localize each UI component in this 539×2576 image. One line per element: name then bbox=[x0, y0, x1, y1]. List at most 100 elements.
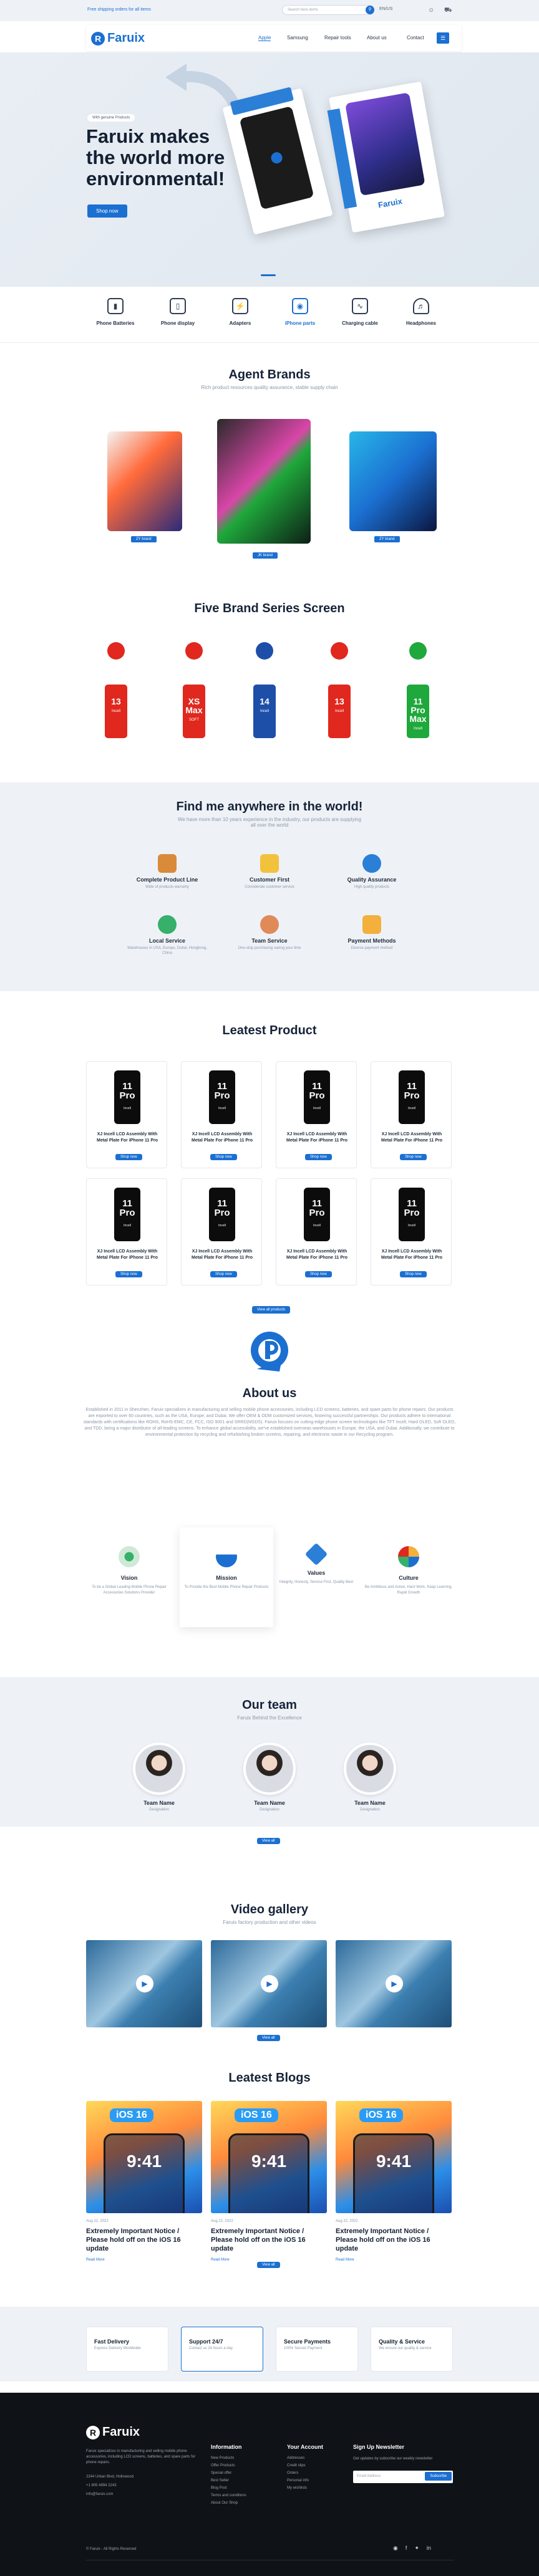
video-title: Video gallery bbox=[230, 1903, 309, 1916]
email-field[interactable]: Email Address bbox=[357, 2474, 381, 2478]
about-section: About us Established in 2011 in Shenzhen… bbox=[0, 1387, 539, 1438]
avatar bbox=[344, 1742, 396, 1795]
shop-now-button[interactable]: Shop now bbox=[115, 1154, 142, 1160]
product-image: 11 Pro Incell bbox=[114, 1188, 140, 1241]
series-title: Five Brand Series Screen bbox=[194, 602, 345, 615]
facebook-icon[interactable]: f bbox=[405, 2545, 407, 2552]
product-card[interactable]: 11 Pro Incell XJ Incell LCD Assembly With … bbox=[181, 1178, 262, 1286]
footer-logo[interactable]: R Faruix bbox=[86, 2425, 140, 2439]
search-icon[interactable]: ⚲ bbox=[366, 6, 374, 14]
play-icon[interactable]: ▶ bbox=[386, 1975, 403, 1992]
product-card[interactable]: 11 Pro Incell XJ Incell LCD Assembly With … bbox=[276, 1061, 357, 1168]
blog-title[interactable]: Extremely Important Notice / Please hold… bbox=[211, 2227, 327, 2253]
slider-dot-active[interactable] bbox=[261, 274, 276, 276]
category-item[interactable]: ◉ iPhone parts bbox=[272, 298, 328, 326]
series-phone[interactable]: 11 Pro Max Incell bbox=[407, 685, 429, 738]
shop-now-button[interactable]: Shop now bbox=[210, 1271, 237, 1277]
video-thumb[interactable]: ▶ bbox=[86, 1940, 202, 2027]
series-phone[interactable]: 13 Incell bbox=[105, 685, 127, 738]
category-item[interactable]: ∿ Charging cable bbox=[332, 298, 388, 326]
cart-icon[interactable]: ⛟ bbox=[444, 7, 452, 15]
shop-now-button[interactable]: Shop now bbox=[400, 1154, 427, 1160]
nav-repair-tools[interactable]: Repair tools bbox=[324, 35, 351, 41]
blog-title[interactable]: Extremely Important Notice / Please hold… bbox=[336, 2227, 452, 2253]
product-name[interactable]: XJ Incell LCD Assembly With Metal Plate … bbox=[377, 1249, 446, 1261]
product-name[interactable]: XJ Incell LCD Assembly With Metal Plate … bbox=[377, 1132, 446, 1144]
nav-bar: R Faruix Apple Samsung Repair tools Abou… bbox=[86, 25, 462, 51]
series-phone[interactable]: 13 Incell bbox=[328, 685, 351, 738]
category-item[interactable]: ▯ Phone display bbox=[150, 298, 206, 326]
brand-label[interactable]: JK brand bbox=[253, 552, 278, 559]
nav-samsung[interactable]: Samsung bbox=[287, 35, 308, 41]
product-image: 11 Pro Incell bbox=[304, 1188, 330, 1241]
camera-icon: ◉ bbox=[292, 298, 308, 314]
instagram-icon[interactable]: ◉ bbox=[393, 2545, 398, 2552]
blogs-view-all-button[interactable]: View all bbox=[257, 2262, 280, 2268]
shop-now-button[interactable]: Shop now bbox=[400, 1271, 427, 1277]
play-icon[interactable]: ▶ bbox=[261, 1975, 278, 1992]
subscribe-button[interactable]: Subscribe bbox=[425, 2472, 452, 2481]
product-card[interactable]: 11 Pro Incell XJ Incell LCD Assembly With … bbox=[371, 1061, 452, 1168]
brands-section: Agent Brands Rich product resources qual… bbox=[0, 368, 539, 390]
search-input[interactable]: Search here items bbox=[282, 5, 374, 15]
menu-icon[interactable]: ☰ bbox=[437, 32, 449, 44]
product-card[interactable]: 11 Pro Incell XJ Incell LCD Assembly With … bbox=[276, 1178, 357, 1286]
value-card: Culture Be Ambitious and Active, Hard Wor… bbox=[362, 1527, 455, 1627]
newsletter-form: Email Address Subscribe bbox=[353, 2471, 453, 2483]
shop-now-button[interactable]: Shop now bbox=[210, 1154, 237, 1160]
copyright: © Faruix - All Rights Reserved bbox=[86, 2547, 137, 2551]
logo[interactable]: R Faruix bbox=[91, 31, 145, 46]
series-phone[interactable]: XS Max SOFT bbox=[183, 685, 205, 738]
blog-card[interactable]: iOS 16 9:41 Aug 22, 2022 Extremely Importan… bbox=[336, 2101, 452, 2262]
card-icon bbox=[362, 915, 381, 934]
product-name[interactable]: XJ Incell LCD Assembly With Metal Plate … bbox=[93, 1132, 162, 1144]
brand-label[interactable]: ZY brand bbox=[131, 536, 157, 542]
twitter-icon[interactable]: ✦ bbox=[414, 2545, 419, 2552]
category-item[interactable]: ▮ Phone Batteries bbox=[87, 298, 143, 326]
nav-about[interactable]: About us bbox=[367, 35, 387, 41]
view-all-products-button[interactable]: View all products bbox=[252, 1306, 291, 1314]
shop-now-button[interactable]: Shop now bbox=[305, 1154, 332, 1160]
read-more-link[interactable]: Read More bbox=[336, 2258, 452, 2262]
footer bbox=[0, 2393, 539, 2576]
product-name[interactable]: XJ Incell LCD Assembly With Metal Plate … bbox=[93, 1249, 162, 1261]
user-icon[interactable]: ☺ bbox=[428, 7, 434, 14]
brand-label[interactable]: ZY brand bbox=[374, 536, 400, 542]
footer-contact: 2244 Urban Blvd, Hollowood +1 805 4994 2… bbox=[86, 2473, 134, 2499]
category-item[interactable]: ⚡ Adapters bbox=[212, 298, 268, 326]
play-icon[interactable]: ▶ bbox=[136, 1975, 153, 1992]
hero-shop-button[interactable]: Shop now bbox=[87, 204, 127, 218]
product-card[interactable]: 11 Pro Incell XJ Incell LCD Assembly With … bbox=[181, 1061, 262, 1168]
video-thumb[interactable]: ▶ bbox=[336, 1940, 452, 2027]
product-card[interactable]: 11 Pro Incell XJ Incell LCD Assembly With … bbox=[86, 1061, 167, 1168]
team-view-all-button[interactable]: View all bbox=[257, 1838, 280, 1844]
series-phone[interactable]: 14 Incell bbox=[253, 685, 276, 738]
headphones-icon: ♬ bbox=[413, 298, 429, 314]
product-name[interactable]: XJ Incell LCD Assembly With Metal Plate … bbox=[188, 1132, 256, 1144]
shop-now-button[interactable]: Shop now bbox=[305, 1271, 332, 1277]
brand-image bbox=[217, 419, 311, 544]
product-box-1 bbox=[222, 87, 333, 235]
linkedin-icon[interactable]: in bbox=[427, 2545, 431, 2552]
category-item[interactable]: ♬ Headphones bbox=[393, 298, 449, 326]
blog-card[interactable]: iOS 16 9:41 Aug 22, 2022 Extremely Importan… bbox=[211, 2101, 327, 2262]
product-name[interactable]: XJ Incell LCD Assembly With Metal Plate … bbox=[283, 1249, 351, 1261]
blog-title[interactable]: Extremely Important Notice / Please hold… bbox=[86, 2227, 202, 2253]
product-card[interactable]: 11 Pro Incell XJ Incell LCD Assembly With … bbox=[371, 1178, 452, 1286]
email[interactable]: info@faruix.com bbox=[86, 2490, 134, 2499]
video-thumb[interactable]: ▶ bbox=[211, 1940, 327, 2027]
find-title: Find me anywhere in the world! bbox=[176, 800, 363, 814]
product-name[interactable]: XJ Incell LCD Assembly With Metal Plate … bbox=[188, 1249, 256, 1261]
shop-now-button[interactable]: Shop now bbox=[115, 1271, 142, 1277]
video-view-all-button[interactable]: View all bbox=[257, 2035, 280, 2041]
nav-contact[interactable]: Contact bbox=[407, 35, 424, 41]
product-card[interactable]: 11 Pro Incell XJ Incell LCD Assembly With … bbox=[86, 1178, 167, 1286]
blog-card[interactable]: iOS 16 9:41 Aug 22, 2022 Extremely Importan… bbox=[86, 2101, 202, 2262]
video-subtitle: Faruix factory production and other vide… bbox=[223, 1920, 316, 1925]
team-subtitle: Faruix Behind the Excellence bbox=[237, 1715, 302, 1721]
nav-apple[interactable]: Apple bbox=[258, 35, 271, 41]
product-name[interactable]: XJ Incell LCD Assembly With Metal Plate … bbox=[283, 1132, 351, 1144]
footer-col-account: Your Account Addresses Credit slips Orders… bbox=[287, 2444, 323, 2490]
read-more-link[interactable]: Read More bbox=[86, 2258, 202, 2262]
language-selector[interactable]: EN/US bbox=[379, 7, 392, 11]
